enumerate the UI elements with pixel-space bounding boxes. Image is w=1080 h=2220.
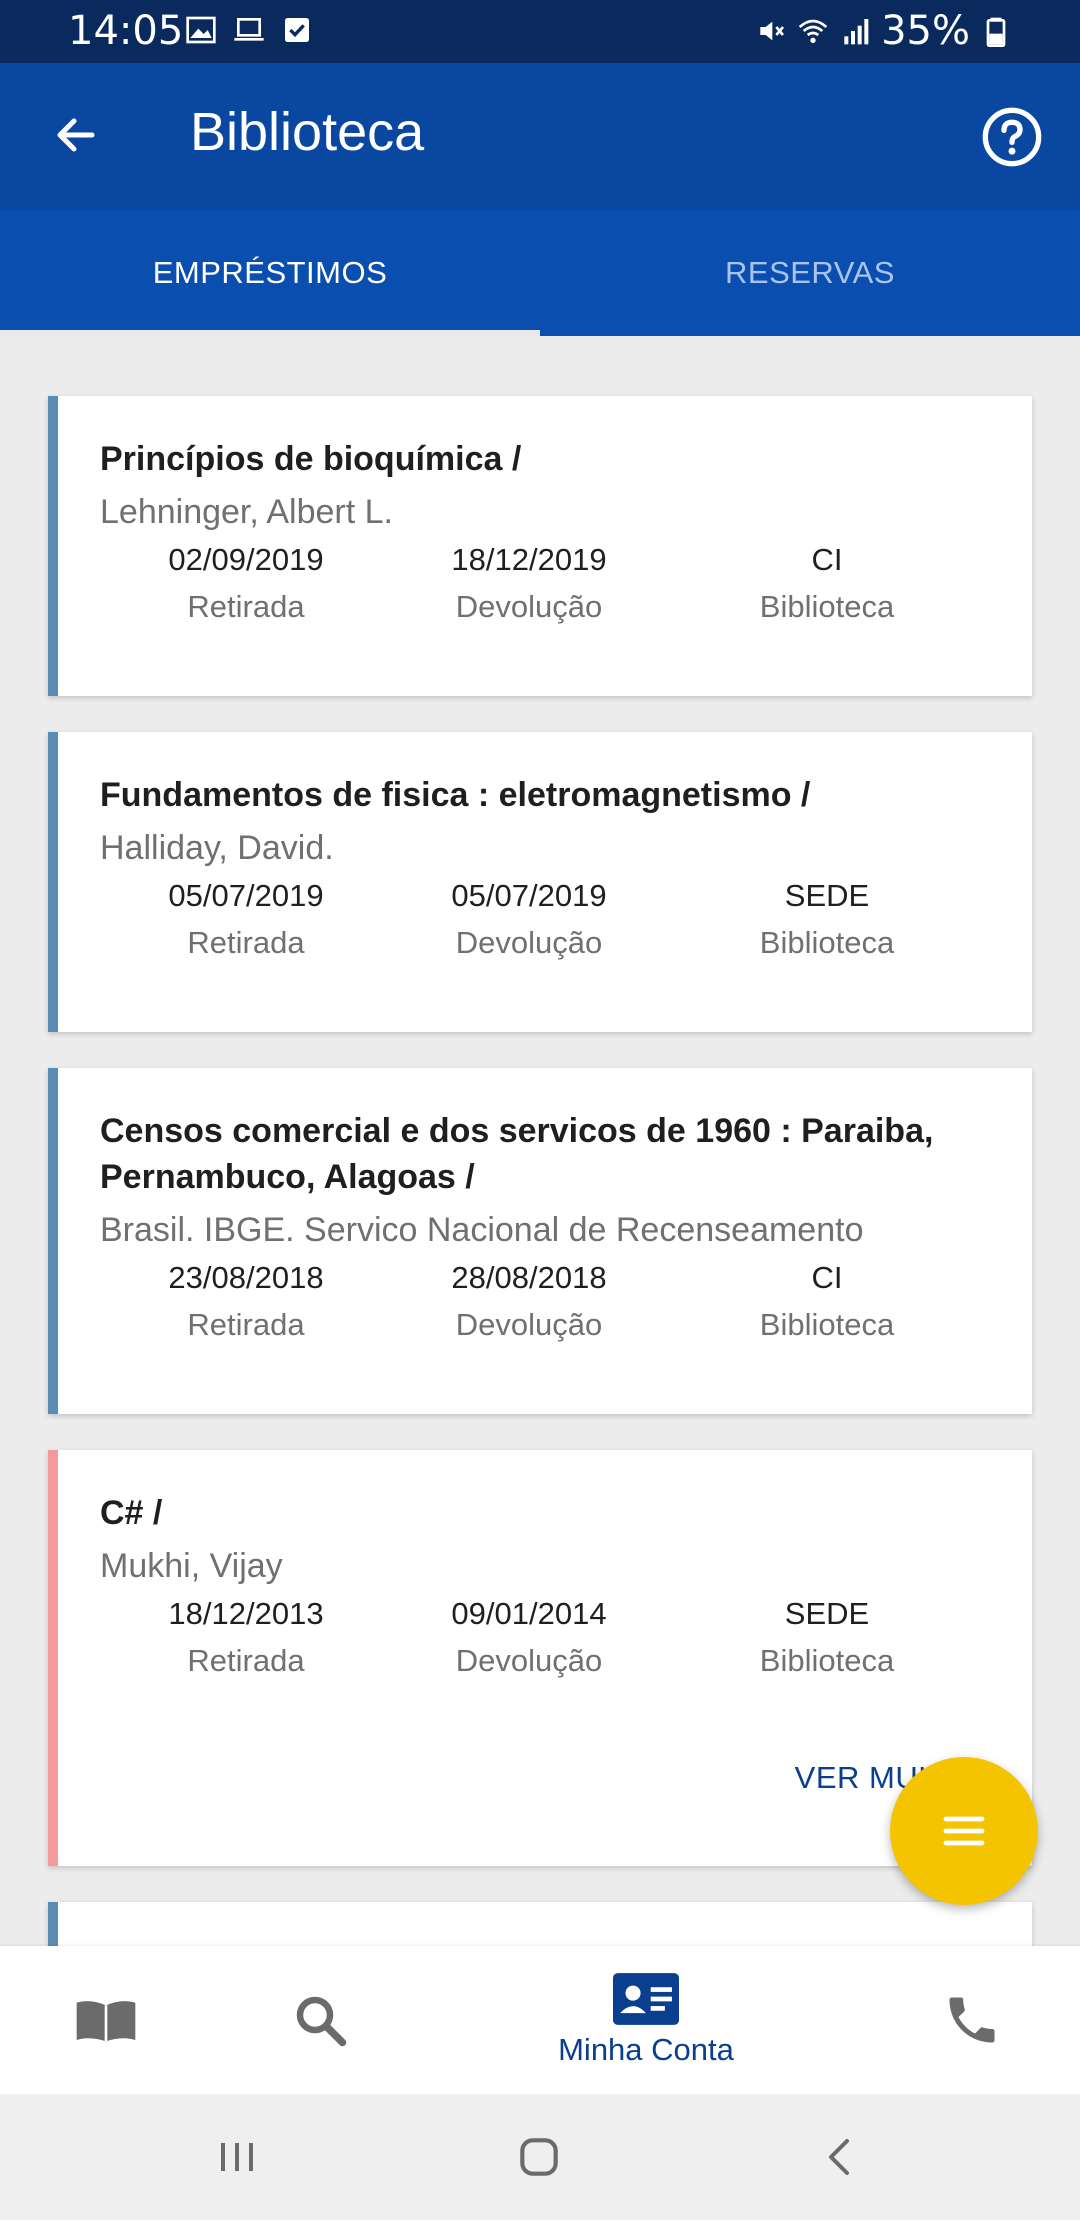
arrow-left-icon — [57, 118, 95, 152]
help-circle-icon — [982, 107, 1042, 167]
loan-card[interactable]: Censos comercial e dos servicos de 1960 … — [48, 1068, 1032, 1414]
home-button[interactable] — [504, 2122, 574, 2192]
withdrawal-label: Retirada — [187, 925, 305, 960]
menu-fab-button[interactable] — [890, 1757, 1038, 1905]
tab-emprestimos[interactable]: EMPRÉSTIMOS — [0, 210, 540, 336]
recents-icon — [221, 2143, 253, 2171]
return-label: Devolução — [455, 589, 603, 624]
library-info: CI Biblioteca — [707, 538, 947, 632]
phone-icon — [949, 1997, 995, 2043]
menu-icon — [943, 1816, 985, 1846]
return-info: 05/07/2019 Devolução — [409, 874, 649, 968]
loan-title: C# / — [100, 1494, 163, 1532]
system-back-button[interactable] — [806, 2122, 876, 2192]
loan-card[interactable] — [48, 1902, 1032, 1946]
return-label: Devolução — [455, 1307, 603, 1342]
mute-icon — [760, 21, 785, 41]
library-label: Biblioteca — [759, 589, 895, 624]
withdrawal-date: 18/12/2013 — [168, 1596, 324, 1631]
library-code: CI — [811, 1260, 843, 1295]
status-icons-left — [185, 14, 313, 46]
withdrawal-label: Retirada — [187, 1307, 305, 1342]
status-bar: 14:05 35% — [0, 0, 1080, 63]
return-info: 18/12/2019 Devolução — [409, 538, 649, 632]
help-button[interactable] — [980, 105, 1044, 169]
system-navigation — [0, 2094, 1080, 2220]
bottom-navigation: Minha Conta — [0, 1946, 1080, 2094]
library-info: SEDE Biblioteca — [707, 874, 947, 968]
tab-bar: EMPRÉSTIMOS RESERVAS — [0, 210, 1080, 336]
nav-label-minha-conta: Minha Conta — [558, 2032, 734, 2067]
status-icons-right: 35% — [755, 8, 1012, 54]
library-code: CI — [811, 542, 843, 577]
book-icon — [76, 2001, 136, 2042]
withdrawal-date: 05/07/2019 — [168, 878, 324, 913]
withdrawal-label: Retirada — [187, 1643, 305, 1678]
loan-title-line-1: Censos comercial e dos servicos de 1960 … — [100, 1112, 934, 1150]
home-icon — [520, 2138, 558, 2176]
withdrawal-date: 23/08/2018 — [168, 1260, 324, 1295]
loan-author: Lehninger, Albert L. — [100, 493, 394, 531]
loan-card-overdue[interactable]: C# / Mukhi, Vijay 18/12/2013 Retirada 09… — [48, 1450, 1032, 1866]
back-icon — [829, 2139, 849, 2175]
nav-minha-conta[interactable]: Minha Conta — [516, 1946, 776, 2094]
wifi-icon — [798, 19, 828, 43]
loans-list: Princípios de bioquímica / Lehninger, Al… — [0, 336, 1080, 1946]
checkbox-icon — [285, 18, 309, 42]
loan-author: Brasil. IBGE. Servico Nacional de Recens… — [100, 1211, 864, 1249]
withdrawal-date: 02/09/2019 — [168, 542, 324, 577]
image-icon — [186, 16, 216, 44]
return-date: 09/01/2014 — [451, 1596, 607, 1631]
signal-icon — [844, 19, 869, 45]
return-label: Devolução — [455, 925, 603, 960]
loan-author: Halliday, David. — [100, 829, 334, 867]
return-date: 05/07/2019 — [451, 878, 607, 913]
recents-button[interactable] — [202, 2122, 272, 2192]
search-icon — [296, 1996, 347, 2047]
return-info: 28/08/2018 Devolução — [409, 1256, 649, 1350]
loan-card[interactable]: Princípios de bioquímica / Lehninger, Al… — [48, 396, 1032, 696]
return-date: 18/12/2019 — [451, 542, 607, 577]
laptop-icon — [234, 18, 264, 41]
account-card-icon — [613, 1973, 679, 2025]
library-label: Biblioteca — [759, 1307, 895, 1342]
withdrawal-info: 23/08/2018 Retirada — [126, 1256, 366, 1350]
app-bar: Biblioteca — [0, 63, 1080, 210]
tab-reservas[interactable]: RESERVAS — [540, 210, 1080, 336]
library-info: SEDE Biblioteca — [707, 1592, 947, 1686]
battery-percent: 35% — [881, 8, 970, 54]
withdrawal-info: 02/09/2019 Retirada — [126, 538, 366, 632]
withdrawal-info: 18/12/2013 Retirada — [126, 1592, 366, 1686]
library-label: Biblioteca — [759, 1643, 895, 1678]
page-title: Biblioteca — [190, 102, 425, 162]
library-code: SEDE — [784, 878, 870, 913]
loan-title: Fundamentos de fisica : eletromagnetismo… — [100, 776, 811, 814]
library-code: SEDE — [784, 1596, 870, 1631]
return-date: 28/08/2018 — [451, 1260, 607, 1295]
return-info: 09/01/2014 Devolução — [409, 1592, 649, 1686]
withdrawal-label: Retirada — [187, 589, 305, 624]
withdrawal-info: 05/07/2019 Retirada — [126, 874, 366, 968]
loan-title: Princípios de bioquímica / — [100, 440, 522, 478]
loan-author: Mukhi, Vijay — [100, 1547, 283, 1585]
status-time: 14:05 — [68, 8, 184, 54]
loan-title-line-2: Pernambuco, Alagoas / — [100, 1158, 475, 1196]
return-label: Devolução — [455, 1643, 603, 1678]
back-button[interactable] — [44, 103, 108, 167]
library-label: Biblioteca — [759, 925, 895, 960]
nav-catalog[interactable] — [56, 1946, 156, 2094]
battery-icon — [986, 17, 1006, 47]
nav-contact[interactable] — [922, 1946, 1022, 2094]
library-info: CI Biblioteca — [707, 1256, 947, 1350]
nav-search[interactable] — [270, 1946, 370, 2094]
loan-card[interactable]: Fundamentos de fisica : eletromagnetismo… — [48, 732, 1032, 1032]
